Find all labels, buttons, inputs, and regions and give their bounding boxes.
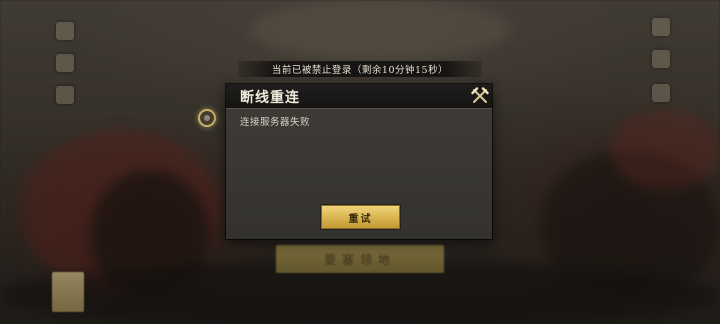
side-menu-icon[interactable] (652, 84, 670, 102)
crossed-swords-close-icon[interactable] (470, 86, 490, 106)
side-menu-icon[interactable] (652, 50, 670, 68)
side-menu-icon[interactable] (56, 54, 74, 72)
side-menu-icon[interactable] (56, 86, 74, 104)
dialog-header: 断线重连 (226, 84, 492, 109)
retry-button[interactable]: 重试 (321, 205, 400, 229)
login-ban-banner: 当前已被禁止登录（剩余10分钟15秒） (238, 61, 482, 77)
background-main-button: 要塞领地 (276, 245, 444, 273)
background-main-button-label: 要塞领地 (323, 252, 396, 267)
side-menu-icon[interactable] (56, 22, 74, 40)
dialog-message: 连接服务器失败 (240, 117, 311, 128)
dialog-title: 断线重连 (240, 90, 300, 106)
background-card (52, 272, 84, 312)
retry-button-label: 重试 (348, 213, 373, 225)
map-marker-icon[interactable] (198, 109, 216, 127)
side-menu-icon[interactable] (652, 18, 670, 36)
login-ban-text: 当前已被禁止登录（剩余10分钟15秒） (271, 65, 449, 76)
reconnect-dialog: 断线重连 连接服务器失败 重试 (226, 84, 492, 239)
